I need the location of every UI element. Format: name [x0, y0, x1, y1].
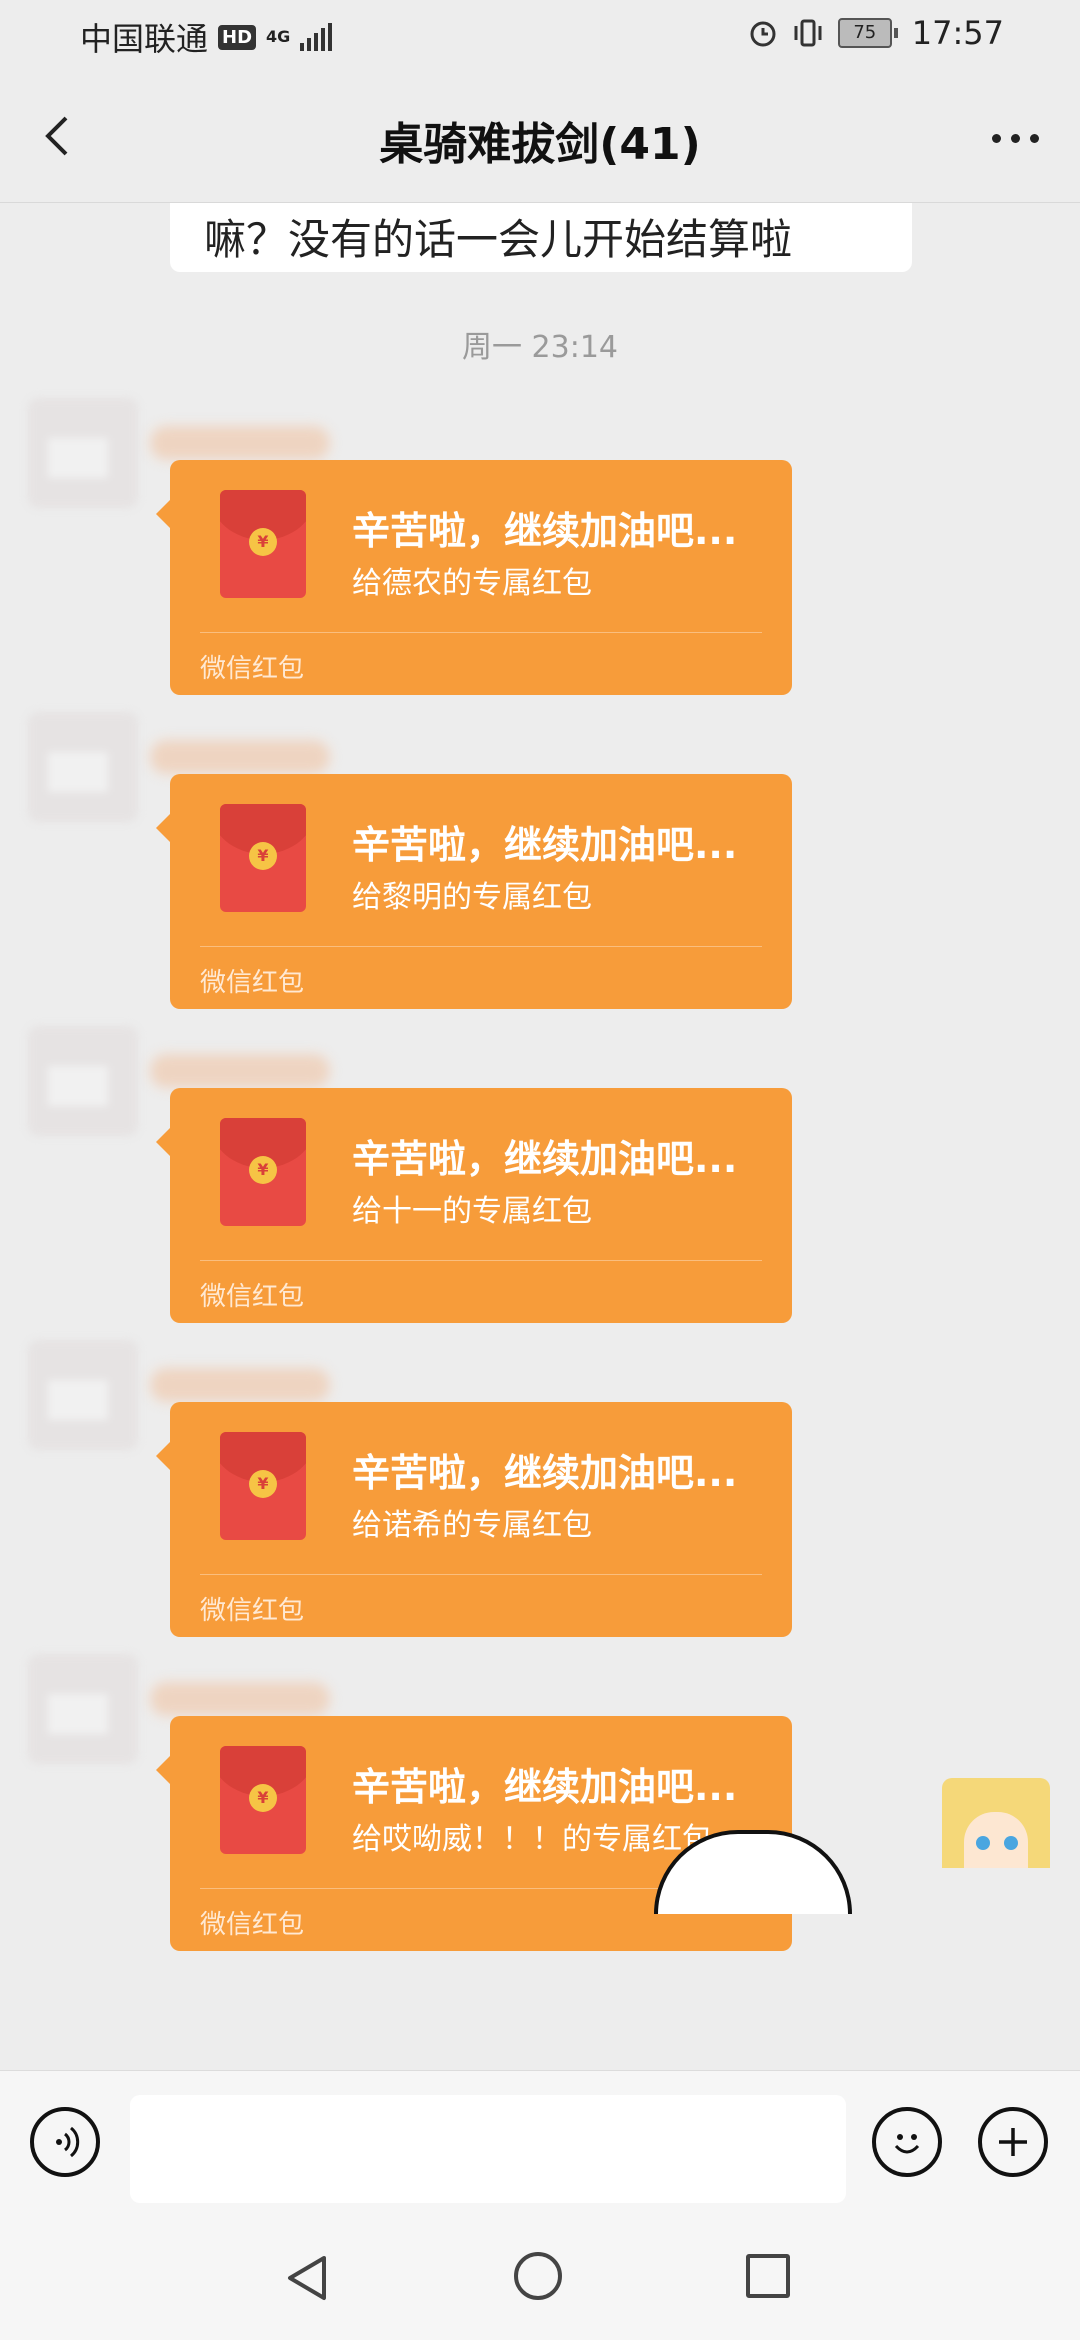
sender-name-blurred: [150, 1054, 330, 1088]
chat-title: 桌骑难拔剑(41): [379, 119, 701, 170]
red-packet-recipient: 给黎明的专属红包: [352, 880, 592, 915]
sender-name-blurred: [150, 1682, 330, 1716]
nav-home-icon[interactable]: [514, 2252, 562, 2300]
status-right: 75 17:57: [748, 14, 1004, 52]
sender-name-blurred: [150, 426, 330, 460]
status-left: 中国联通 HD 4G: [80, 14, 333, 60]
red-packet-footer: 微信红包: [200, 1282, 305, 1312]
sender-name-blurred: [150, 1368, 330, 1402]
red-envelope-icon: ¥: [220, 1432, 306, 1540]
red-packet-title: 辛苦啦，继续加油吧...: [352, 1137, 738, 1181]
text-message-bubble[interactable]: 嘛？没有的话一会儿开始结算啦: [170, 202, 912, 272]
message-input[interactable]: [130, 2095, 846, 2203]
hd-badge: HD: [218, 24, 257, 50]
signal-icon: [300, 23, 333, 51]
avatar[interactable]: [28, 1654, 138, 1764]
alarm-icon: [750, 21, 776, 47]
carrier-name: 中国联通: [80, 20, 209, 58]
red-packet-recipient: 给德农的专属红包: [352, 566, 592, 601]
emoji-icon: [894, 2134, 920, 2154]
avatar[interactable]: [28, 712, 138, 822]
more-dots-icon: [991, 133, 1001, 143]
message-row: ¥ 辛苦啦，继续加油吧... 给黎明的专属红包 微信红包: [0, 712, 1080, 1009]
nav-back-icon[interactable]: [282, 2252, 332, 2304]
red-packet-footer: 微信红包: [200, 1910, 305, 1940]
avatar[interactable]: [28, 1026, 138, 1136]
network-type: 4G: [266, 27, 291, 46]
divider: [200, 632, 762, 633]
red-packet-recipient: 给哎呦威！！！的专属红包: [352, 1822, 712, 1857]
divider: [200, 1574, 762, 1575]
input-bar: [0, 2070, 1080, 2211]
clock: 17:57: [911, 14, 1004, 52]
red-packet-message[interactable]: ¥ 辛苦啦，继续加油吧... 给黎明的专属红包 微信红包: [156, 774, 792, 1009]
red-packet-recipient: 给诺希的专属红包: [352, 1508, 592, 1543]
red-packet-message[interactable]: ¥ 辛苦啦，继续加油吧... 给十一的专属红包 微信红包: [156, 1088, 792, 1323]
chat-area[interactable]: 嘛？没有的话一会儿开始结算啦 周一 23:14 ¥ 辛苦啦，继续加油吧... 给…: [0, 202, 1080, 2070]
battery-icon: 75: [837, 18, 898, 48]
red-envelope-icon: ¥: [220, 804, 306, 912]
avatar[interactable]: [28, 398, 138, 508]
message-row: ¥ 辛苦啦，继续加油吧... 给十一的专属红包 微信红包: [0, 1026, 1080, 1323]
red-envelope-icon: ¥: [220, 1118, 306, 1226]
voice-icon: [56, 2126, 80, 2158]
sender-name-blurred: [150, 740, 330, 774]
status-bar: 中国联通 HD 4G 75 17:57: [0, 0, 1080, 72]
red-packet-recipient: 给十一的专属红包: [352, 1194, 592, 1229]
divider: [200, 1260, 762, 1261]
red-packet-message[interactable]: ¥ 辛苦啦，继续加油吧... 给哎呦威！！！的专属红包 微信红包: [156, 1716, 792, 1951]
red-envelope-icon: ¥: [220, 1746, 306, 1854]
battery-level: 75: [837, 18, 892, 48]
avatar[interactable]: [28, 1340, 138, 1450]
message-row: ¥ 辛苦啦，继续加油吧... 给哎呦威！！！的专属红包 微信红包: [0, 1654, 1080, 1951]
more-button[interactable]: [980, 108, 1050, 168]
message-timestamp: 周一 23:14: [462, 330, 618, 365]
message-row: ¥ 辛苦啦，继续加油吧... 给德农的专属红包 微信红包: [0, 398, 1080, 695]
plus-icon: [999, 2128, 1027, 2156]
own-avatar[interactable]: [942, 1778, 1050, 1868]
nav-recent-icon[interactable]: [746, 2254, 790, 2298]
red-packet-footer: 微信红包: [200, 1596, 305, 1626]
divider: [200, 946, 762, 947]
voice-button[interactable]: [30, 2107, 100, 2177]
more-functions-button[interactable]: [978, 2107, 1048, 2177]
message-row: ¥ 辛苦啦，继续加油吧... 给诺希的专属红包 微信红包: [0, 1340, 1080, 1637]
red-packet-footer: 微信红包: [200, 654, 305, 684]
red-packet-title: 辛苦啦，继续加油吧...: [352, 509, 738, 553]
red-packet-title: 辛苦啦，继续加油吧...: [352, 1765, 738, 1809]
red-packet-message[interactable]: ¥ 辛苦啦，继续加油吧... 给德农的专属红包 微信红包: [156, 460, 792, 695]
red-packet-title: 辛苦啦，继续加油吧...: [352, 1451, 738, 1495]
emoji-button[interactable]: [872, 2107, 942, 2177]
red-envelope-icon: ¥: [220, 490, 306, 598]
red-packet-message[interactable]: ¥ 辛苦啦，继续加油吧... 给诺希的专属红包 微信红包: [156, 1402, 792, 1637]
red-packet-title: 辛苦啦，继续加油吧...: [352, 823, 738, 867]
vibrate-icon: [794, 19, 822, 47]
chat-header: 桌骑难拔剑(41): [0, 72, 1080, 203]
message-text: 嘛？没有的话一会儿开始结算啦: [204, 215, 793, 264]
system-nav-bar: [0, 2210, 1080, 2340]
red-packet-footer: 微信红包: [200, 968, 305, 998]
